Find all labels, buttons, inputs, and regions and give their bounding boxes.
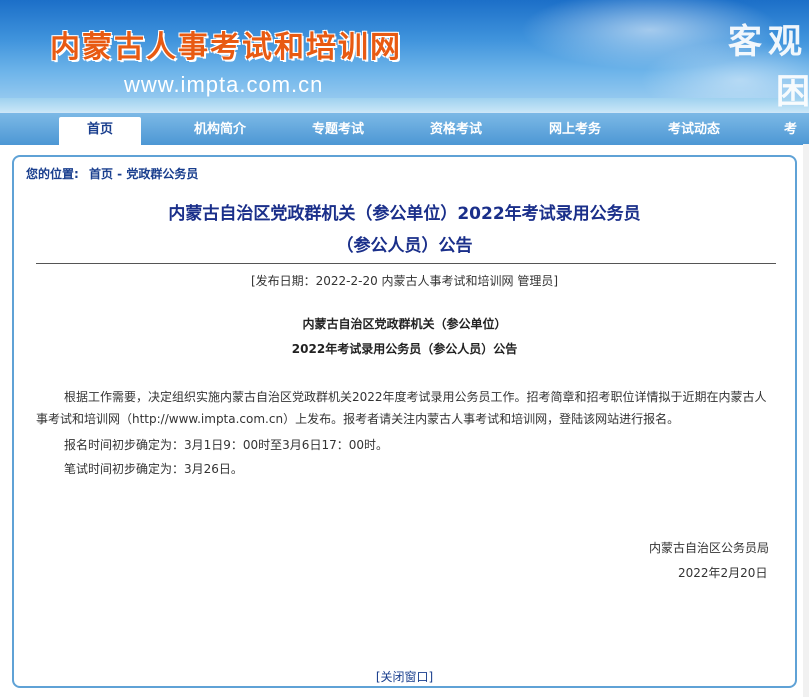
breadcrumb-prefix: 您的位置: xyxy=(26,167,79,181)
breadcrumb-path[interactable]: 首页 - 党政群公务员 xyxy=(89,167,198,181)
site-banner: 内蒙古人事考试和培训网 www.impta.com.cn 客观 困 xyxy=(0,0,809,112)
page-title: 内蒙古自治区党政群机关（参公单位）2022年考试录用公务员 xyxy=(168,204,641,224)
signature-org: 内蒙古自治区公务员局 xyxy=(649,541,770,555)
nav-item-qualification-exams[interactable]: 资格考试 xyxy=(411,113,501,145)
signature-date: 2022年2月20日 xyxy=(678,566,768,580)
site-url: www.impta.com.cn xyxy=(124,72,324,97)
main-nav: 首页 机构简介 专题考试 资格考试 网上考务 考试动态 考生 xyxy=(0,112,809,171)
nav-item-home[interactable]: 首页 xyxy=(59,117,141,147)
publish-meta: [发布日期：2022-2-20 内蒙古人事考试和培训网 管理员] xyxy=(250,274,559,288)
nav-item-online-affairs[interactable]: 网上考务 xyxy=(530,113,620,145)
nav-item-special-exams[interactable]: 专题考试 xyxy=(293,113,383,145)
nav-item-about[interactable]: 机构简介 xyxy=(175,113,265,145)
breadcrumb: 您的位置: 首页 - 党政群公务员 xyxy=(26,165,204,182)
article-paragraph: 根据工作需要，决定组织实施内蒙古自治区党政群机关2022年度考试录用公务员工作。… xyxy=(36,390,767,426)
article-subtitle-line2: 2022年考试录用公务员（参公人员）公告 xyxy=(291,342,518,356)
article-panel: 您的位置: 首页 - 党政群公务员 内蒙古自治区党政群机关（参公单位）2022年… xyxy=(12,155,797,688)
title-divider xyxy=(36,263,776,264)
site-logo-title[interactable]: 内蒙古人事考试和培训网 xyxy=(50,22,402,66)
nav-item-candidates[interactable]: 考生 xyxy=(768,113,809,171)
article-paragraph: 笔试时间初步确定为：3月26日。 xyxy=(64,462,243,476)
banner-slogan: 客观 xyxy=(728,22,808,62)
article-paragraph: 报名时间初步确定为：3月1日9：00时至3月6日17：00时。 xyxy=(64,438,388,452)
page-title-line2: （参公人员）公告 xyxy=(336,236,473,256)
close-window-link[interactable]: [关闭窗口] xyxy=(14,668,795,685)
banner-slogan: 困 xyxy=(776,72,809,112)
banner-grass xyxy=(0,98,809,112)
nav-item-exam-news[interactable]: 考试动态 xyxy=(649,113,739,145)
scrollbar[interactable] xyxy=(803,144,809,697)
article-subtitle: 内蒙古自治区党政群机关（参公单位） xyxy=(302,317,507,331)
